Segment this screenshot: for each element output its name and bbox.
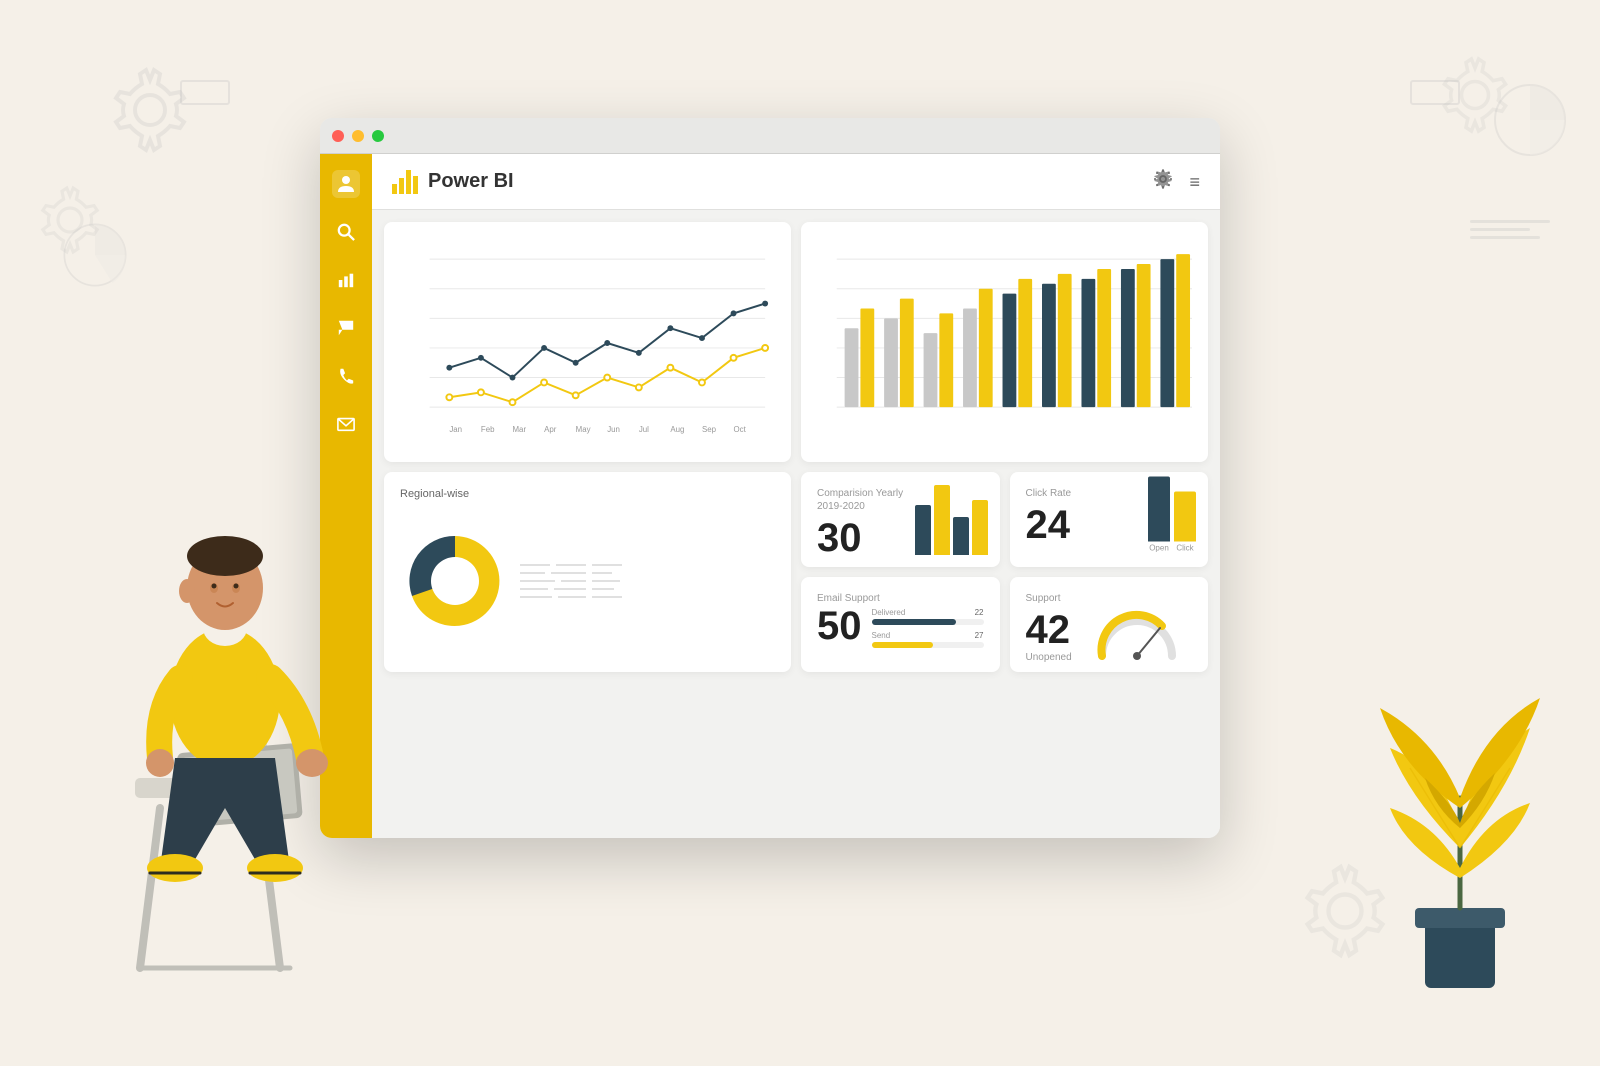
send-value: 27 [975,631,984,640]
header-logo: Power BI [392,170,514,194]
svg-text:Aug: Aug [670,425,684,434]
svg-text:Feb: Feb [481,425,495,434]
powerbi-window: Power BI ≡ [320,118,1220,838]
sidebar-icon-phone[interactable] [332,362,360,390]
bar-chart-card [801,222,1208,462]
menu-icon[interactable]: ≡ [1189,173,1200,191]
svg-text:Jan: Jan [449,425,462,434]
settings-icon[interactable] [1153,169,1173,194]
comparison-mini-bars [915,485,988,555]
header-actions: ≡ [1153,169,1200,194]
click-rate-open-label: Open [1149,543,1169,552]
logo-text: Power BI [428,170,514,193]
support-gauge [1082,606,1192,666]
svg-text:Jul: Jul [639,425,649,434]
click-rate-chart: Open Click [1148,487,1196,552]
bar-chart-svg [817,238,1192,448]
sidebar-icon-mail[interactable] [332,410,360,438]
sidebar [320,154,372,838]
plant-illustration [1360,648,1560,998]
comparison-card: Comparision Yearly 2019-2020 30 [801,472,1000,567]
click-rate-click-label: Click [1176,543,1193,552]
sidebar-icon-chart[interactable] [332,266,360,294]
email-support-card: Email Support 50 Delivered 22 [801,577,1000,672]
click-rate-card: Click Rate 24 Open [1010,472,1209,567]
svg-text:Apr: Apr [544,425,557,434]
regional-card: Regional-wise [384,472,791,672]
support-subtitle: Unopened [1026,652,1072,663]
logo-icon [392,170,418,194]
email-support-bars: Delivered 22 Send 27 [872,606,984,648]
email-support-title: Email Support [817,593,984,604]
window-minimize-dot[interactable] [352,130,364,142]
line-chart-svg: Jan Feb Mar Apr May Jun Jul Aug Sep Oct [400,238,775,448]
support-card: Support 42 Unopened [1010,577,1209,672]
delivered-value: 22 [975,608,984,617]
dashboard-grid: Jan Feb Mar Apr May Jun Jul Aug Sep Oct [372,210,1220,838]
window-maximize-dot[interactable] [372,130,384,142]
regional-title: Regional-wise [400,488,469,500]
delivered-label: Delivered [872,608,906,617]
line-chart-card: Jan Feb Mar Apr May Jun Jul Aug Sep Oct [384,222,791,462]
window-close-dot[interactable] [332,130,344,142]
donut-chart [400,526,510,636]
svg-text:Sep: Sep [702,425,717,434]
regional-content [400,526,775,636]
window-titlebar [320,118,1220,154]
support-title: Support [1026,593,1193,604]
small-cards-grid: Comparision Yearly 2019-2020 30 [801,472,1208,672]
svg-text:Jun: Jun [607,425,620,434]
main-content: Power BI ≡ [372,154,1220,838]
svg-text:May: May [576,425,591,434]
svg-text:Oct: Oct [734,425,747,434]
support-value: 42 [1026,610,1072,650]
sidebar-icon-search[interactable] [332,218,360,246]
email-support-value: 50 [817,606,862,646]
send-label: Send [872,631,891,640]
sidebar-icon-chat[interactable] [332,314,360,342]
regional-legend [520,564,775,598]
app-header: Power BI ≡ [372,154,1220,210]
svg-text:Mar: Mar [513,425,527,434]
sidebar-icon-person[interactable] [332,170,360,198]
